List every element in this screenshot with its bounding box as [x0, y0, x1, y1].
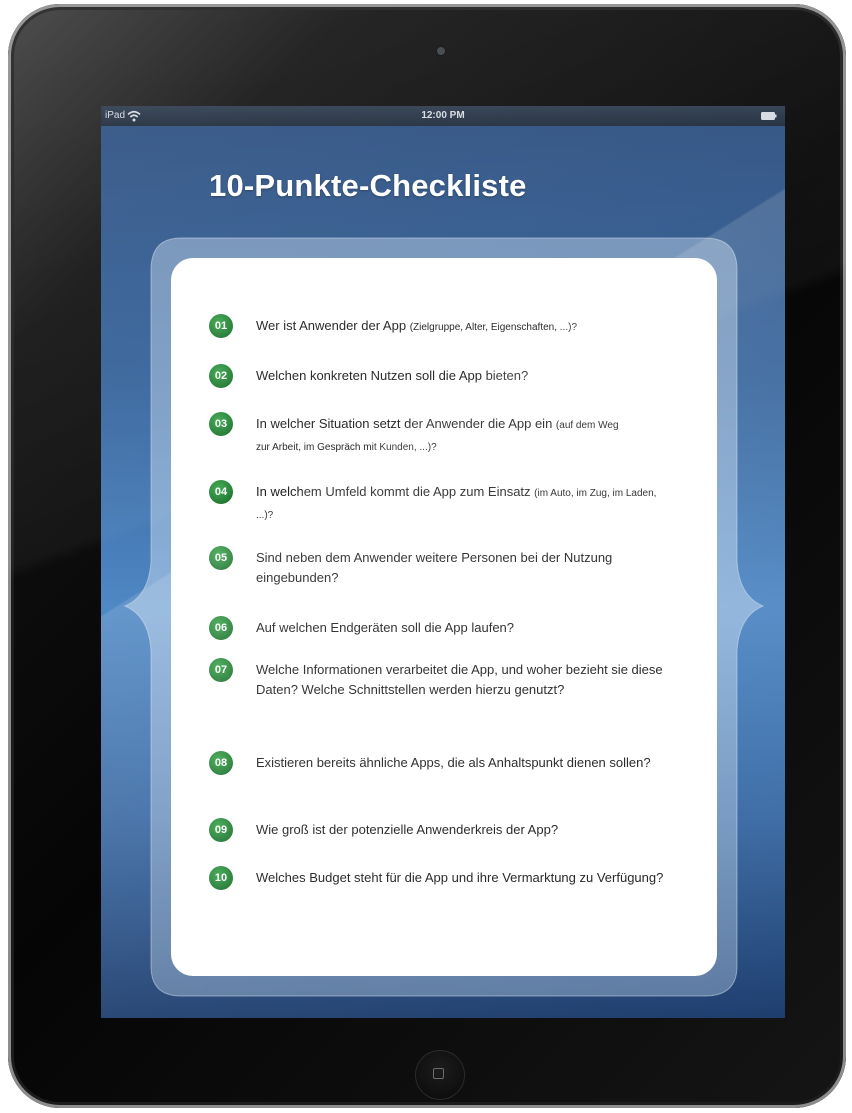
- item-text: Wie groß ist der potenzielle Anwenderkre…: [256, 822, 559, 837]
- item-text: Welches Budget steht für die App und ihr…: [256, 870, 664, 885]
- number-badge: 03: [209, 412, 233, 436]
- number-badge: 02: [209, 364, 233, 388]
- front-camera: [437, 47, 445, 55]
- ipad-screen: iPad 12:00 PM 10-Punkte-Checkliste 01 We: [101, 106, 785, 1018]
- number-badge: 06: [209, 616, 233, 640]
- number-badge: 09: [209, 818, 233, 842]
- number-badge: 08: [209, 751, 233, 775]
- home-button[interactable]: [415, 1050, 465, 1100]
- home-square-icon: [433, 1068, 444, 1079]
- item-text: In welchem Umfeld kommt die App zum Eins…: [256, 484, 657, 521]
- checklist-card: 01 Wer ist Anwender der App (Zielgruppe,…: [171, 258, 717, 976]
- number-badge: 04: [209, 480, 233, 504]
- number-badge: 01: [209, 314, 233, 338]
- item-text: Wer ist Anwender der App (Zielgruppe, Al…: [256, 318, 578, 333]
- item-text: Welche Informationen verarbeitet die App…: [256, 662, 663, 697]
- number-badge: 07: [209, 658, 233, 682]
- number-badge: 10: [209, 866, 233, 890]
- number-badge: 05: [209, 546, 233, 570]
- item-text: Auf welchen Endgeräten soll die App lauf…: [256, 620, 515, 635]
- item-text: In welcher Situation setzt der Anwender …: [256, 416, 619, 453]
- item-text: Welchen konkreten Nutzen soll die App bi…: [256, 368, 529, 383]
- item-text: Sind neben dem Anwender weitere Personen…: [256, 550, 613, 585]
- item-text: Existieren bereits ähnliche Apps, die al…: [256, 755, 651, 770]
